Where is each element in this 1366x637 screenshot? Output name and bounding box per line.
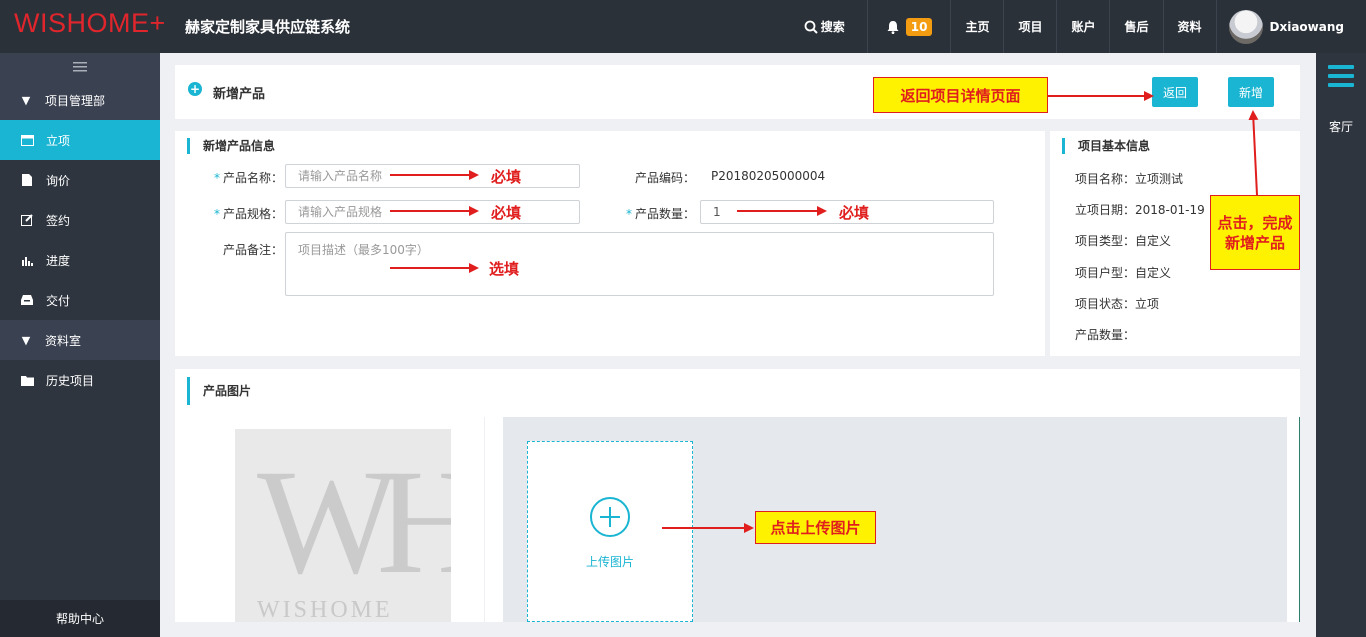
bar-chart-icon bbox=[20, 255, 34, 266]
product-spec-label: * 产品规格： bbox=[213, 207, 283, 221]
search-label: 搜索 bbox=[820, 20, 845, 34]
menu-icon[interactable] bbox=[1328, 65, 1354, 92]
sidebar-toggle[interactable] bbox=[0, 53, 160, 80]
project-layout-line: 项目户型：自定义 bbox=[1075, 266, 1172, 280]
nav-projects[interactable]: 项目 bbox=[1003, 0, 1056, 53]
annotation-optional-note: 选填 bbox=[489, 260, 520, 278]
project-status-line: 项目状态：立项 bbox=[1075, 297, 1160, 311]
rail-label-living-room[interactable]: 客厅 bbox=[1316, 118, 1366, 135]
page-header: + 新增产品 返回 新增 bbox=[175, 65, 1300, 119]
divider bbox=[1299, 417, 1300, 622]
sidebar-item-inquiry[interactable]: 询价 bbox=[0, 160, 160, 200]
annotation-required-spec: 必填 bbox=[491, 204, 522, 222]
page-title: 新增产品 bbox=[213, 87, 266, 102]
notifications-button[interactable]: 10 bbox=[866, 0, 951, 53]
product-quantity-label: * 产品数量： bbox=[625, 207, 695, 221]
calendar-icon bbox=[20, 134, 34, 146]
top-nav: 搜索 10 主页 项目 账户 售后 资料 Dxiaowang bbox=[790, 0, 1366, 53]
avatar bbox=[1228, 9, 1263, 44]
logo-word: WISHOME bbox=[257, 597, 393, 622]
sidebar-group-label: 资料室 bbox=[45, 333, 82, 348]
plus-circle-icon: + bbox=[188, 82, 202, 96]
product-code-value: P20180205000004 bbox=[711, 169, 826, 183]
back-button[interactable]: 返回 bbox=[1152, 77, 1199, 107]
right-rail: 客厅 bbox=[1316, 53, 1366, 637]
product-pictures: 产品图片 WH WISHOME 上传图片 bbox=[175, 369, 1300, 622]
project-date-line: 立项日期：2018-01-19 bbox=[1075, 203, 1205, 217]
sidebar-item-history[interactable]: 历史项目 bbox=[0, 360, 160, 400]
search-icon bbox=[804, 20, 818, 34]
product-name-input[interactable]: 请输入产品名称 bbox=[285, 164, 580, 188]
wishome-logo-image: WH WISHOME bbox=[235, 429, 451, 622]
nav-after-sales[interactable]: 售后 bbox=[1109, 0, 1162, 53]
nav-home[interactable]: 主页 bbox=[950, 0, 1003, 53]
sidebar-item-contract[interactable]: 签约 bbox=[0, 200, 160, 240]
folder-icon bbox=[20, 375, 34, 386]
product-count-line: 产品数量： bbox=[1075, 328, 1136, 342]
upload-area: 上传图片 bbox=[503, 417, 1287, 622]
username: Dxiaowang bbox=[1269, 19, 1344, 34]
caret-down-icon: ▼ bbox=[21, 333, 31, 347]
top-bar: WISHOME+ 赫家定制家具供应链系统 搜索 10 主页 项目 账户 售后 资… bbox=[0, 0, 1366, 53]
sidebar-group-library[interactable]: ▼ 资料室 bbox=[0, 320, 160, 360]
sidebar: ▼ 项目管理部 立项 询价 签约 进度 交付 ▼ 资料室 历史项目 帮助中心 bbox=[0, 53, 160, 637]
inbox-icon bbox=[20, 295, 34, 305]
sidebar-group-label: 项目管理部 bbox=[45, 93, 106, 108]
sidebar-item-label: 历史项目 bbox=[46, 373, 95, 388]
sidebar-item-label: 询价 bbox=[46, 173, 71, 188]
add-button[interactable]: 新增 bbox=[1228, 77, 1275, 107]
logo[interactable]: WISHOME+ bbox=[14, 8, 166, 39]
upload-image-button[interactable]: 上传图片 bbox=[527, 441, 693, 622]
sidebar-item-delivery[interactable]: 交付 bbox=[0, 280, 160, 320]
section-title: 产品图片 bbox=[187, 377, 251, 405]
product-code-label: 产品编码： bbox=[634, 171, 695, 185]
annotation-add: 点击，完成 新增产品 bbox=[1210, 195, 1300, 270]
product-note-textarea[interactable]: 项目描述（最多100字） bbox=[285, 232, 994, 296]
plus-circle-icon bbox=[590, 497, 630, 537]
nav-account[interactable]: 账户 bbox=[1056, 0, 1109, 53]
sidebar-item-initiation[interactable]: 立项 bbox=[0, 120, 160, 160]
annotation-add-line1: 点击，完成 bbox=[1217, 213, 1293, 232]
bell-icon bbox=[887, 20, 899, 34]
system-title: 赫家定制家具供应链系统 bbox=[185, 18, 351, 36]
user-menu[interactable]: Dxiaowang bbox=[1215, 0, 1366, 53]
sample-image-panel: WH WISHOME bbox=[185, 417, 485, 622]
document-icon bbox=[20, 174, 34, 186]
logo-letters: WH bbox=[257, 439, 451, 605]
sidebar-item-label: 进度 bbox=[46, 253, 71, 268]
product-name-label: * 产品名称： bbox=[213, 171, 283, 185]
product-info-form: 新增产品信息 * 产品名称： 请输入产品名称 产品编码： P20180205000… bbox=[175, 131, 1045, 356]
upload-label: 上传图片 bbox=[585, 555, 634, 569]
sidebar-item-label: 交付 bbox=[46, 293, 71, 308]
annotation-required-qty: 必填 bbox=[839, 204, 870, 222]
annotation-required-name: 必填 bbox=[491, 168, 522, 186]
project-name-line: 项目名称：立项测试 bbox=[1075, 172, 1184, 186]
annotation-upload: 点击上传图片 bbox=[755, 511, 876, 544]
notification-count-badge: 10 bbox=[905, 17, 933, 36]
project-type-line: 项目类型：自定义 bbox=[1075, 234, 1172, 248]
sidebar-group-project-management[interactable]: ▼ 项目管理部 bbox=[0, 80, 160, 120]
sidebar-item-label: 立项 bbox=[46, 133, 71, 148]
caret-down-icon: ▼ bbox=[21, 93, 31, 107]
sidebar-item-progress[interactable]: 进度 bbox=[0, 240, 160, 280]
sidebar-item-label: 签约 bbox=[46, 213, 71, 228]
nav-materials[interactable]: 资料 bbox=[1162, 0, 1216, 53]
annotation-back: 返回项目详情页面 bbox=[873, 77, 1048, 113]
hamburger-icon bbox=[73, 61, 87, 71]
section-title: 项目基本信息 bbox=[1062, 138, 1150, 154]
product-note-label: 产品备注： bbox=[222, 243, 283, 257]
section-title: 新增产品信息 bbox=[187, 138, 275, 154]
help-center-link[interactable]: 帮助中心 bbox=[0, 600, 160, 637]
search-button[interactable]: 搜索 bbox=[790, 0, 867, 53]
product-spec-input[interactable]: 请输入产品规格 bbox=[285, 200, 580, 224]
edit-icon bbox=[20, 214, 34, 226]
annotation-add-line2: 新增产品 bbox=[1224, 233, 1285, 252]
